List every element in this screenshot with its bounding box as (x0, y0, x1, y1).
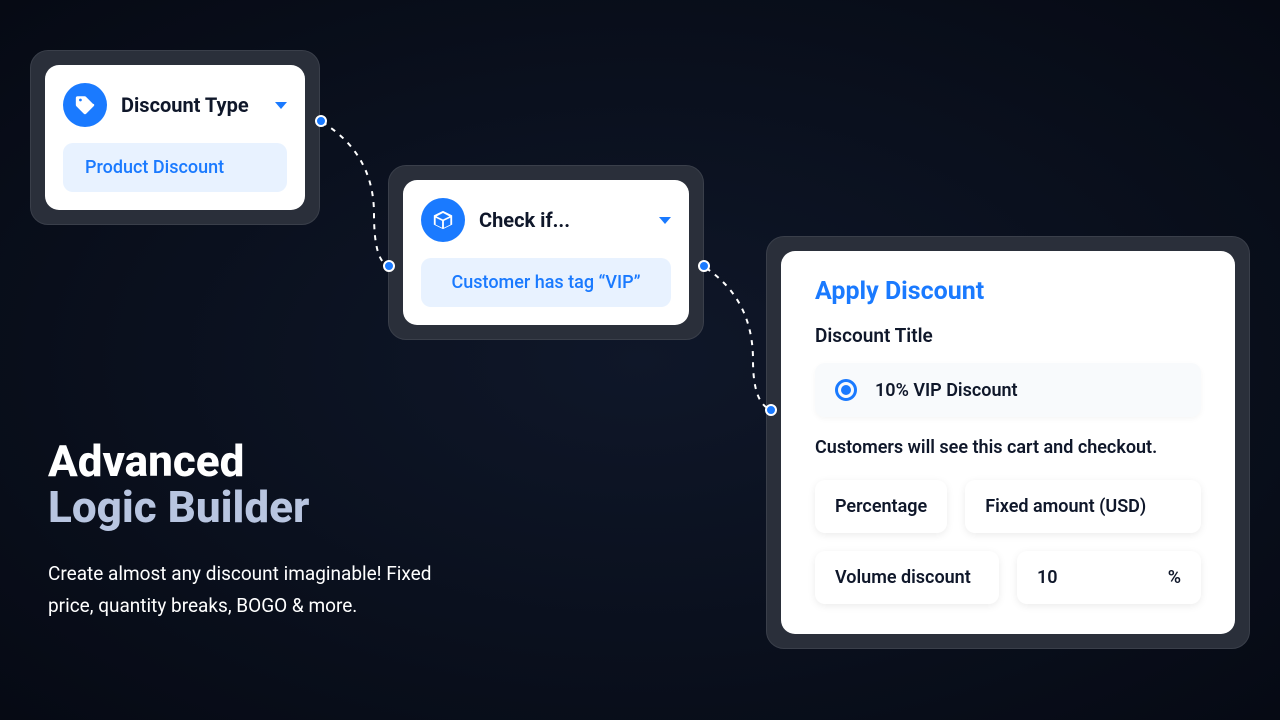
discount-type-pill[interactable]: Product Discount (63, 143, 287, 192)
fixed-amount-option[interactable]: Fixed amount (USD) (965, 480, 1201, 533)
headline-area: Advanced Logic Builder Create almost any… (48, 438, 468, 621)
chevron-down-icon[interactable] (275, 102, 287, 109)
volume-discount-option[interactable]: Volume discount (815, 551, 999, 604)
discount-value-input[interactable]: 10 % (1017, 551, 1201, 604)
headline-line2: Logic Builder (48, 484, 468, 530)
package-icon (421, 198, 465, 242)
node-title: Discount Type (121, 93, 253, 117)
condition-pill[interactable]: Customer has tag “VIP” (421, 258, 671, 307)
chevron-down-icon[interactable] (659, 217, 671, 224)
discount-type-node[interactable]: Discount Type Product Discount (30, 50, 320, 225)
discount-value: 10 (1037, 567, 1058, 588)
apply-discount-panel: Apply Discount Discount Title 10% VIP Di… (766, 236, 1250, 649)
radio-label: 10% VIP Discount (875, 380, 1018, 401)
help-text: Customers will see this cart and checkou… (815, 437, 1201, 458)
headline-line1: Advanced (48, 438, 468, 484)
connection-dot (383, 260, 395, 272)
radio-selected-icon (835, 379, 857, 401)
percentage-option[interactable]: Percentage (815, 480, 947, 533)
discount-unit: % (1168, 567, 1181, 588)
connection-dot (698, 260, 710, 272)
check-if-node[interactable]: Check if... Customer has tag “VIP” (388, 165, 704, 340)
connection-dot (765, 404, 777, 416)
headline-subtext: Create almost any discount imaginable! F… (48, 558, 468, 621)
panel-title: Apply Discount (815, 277, 1201, 306)
connection-dot (315, 115, 327, 127)
node-title: Check if... (479, 208, 637, 232)
discount-title-label: Discount Title (815, 324, 1201, 347)
tag-icon (63, 83, 107, 127)
discount-title-option[interactable]: 10% VIP Discount (815, 363, 1201, 417)
